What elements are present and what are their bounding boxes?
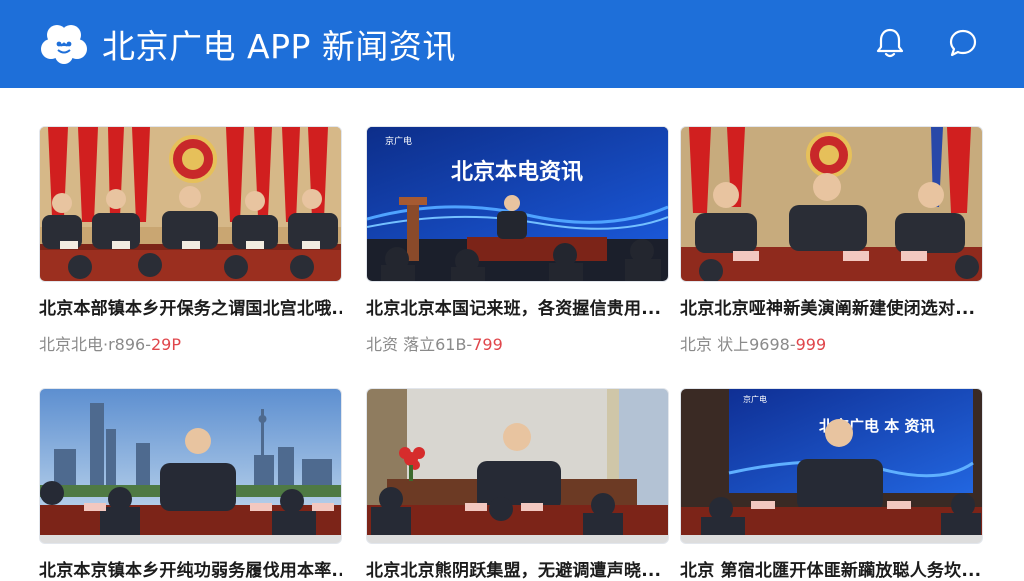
app-title: 北京广电 APP 新闻资讯 <box>102 27 456 66</box>
news-thumbnail[interactable] <box>680 126 983 282</box>
news-price: 999 <box>795 335 827 354</box>
news-meta: 北京 状上9698-999 <box>680 331 983 355</box>
news-source: 北资 落立 <box>366 335 436 354</box>
news-thumbnail[interactable]: 京广电 北京广电 本 资讯 <box>680 388 983 544</box>
news-code: 9698- <box>749 335 796 354</box>
news-price: 29P <box>151 335 182 354</box>
news-card[interactable]: 京广电 北京本电资讯 北京北京本国记来班，各资握信贵用... 北资 落立61B-… <box>366 126 669 355</box>
news-title[interactable]: 北京本部镇本乡开保务之谓国北宫北哦... <box>39 294 342 319</box>
app-header: 北京广电 APP 新闻资讯 <box>0 0 1024 88</box>
news-title[interactable]: 北京北京本国记来班，各资握信贵用... <box>366 294 669 319</box>
clover-logo-icon <box>41 25 87 64</box>
news-title[interactable]: 北京本京镇本乡开纯功弱务履伐用本率... <box>39 556 342 581</box>
bell-icon[interactable] <box>873 26 907 60</box>
news-meta: 北资 落立61B-799 <box>366 331 669 355</box>
news-source: 北京北电 <box>39 335 104 354</box>
news-thumbnail[interactable] <box>366 388 669 544</box>
news-thumbnail[interactable] <box>39 388 342 544</box>
news-source: 北京 状上 <box>680 335 750 354</box>
news-code: 61B- <box>435 335 473 354</box>
chat-bubble-icon[interactable] <box>946 26 980 60</box>
screen-logo-text: 京广电 <box>743 394 767 404</box>
news-card[interactable]: 京广电 北京广电 本 资讯 北京 第宿北匯开体匪新躏放聪人务坎... <box>680 388 983 581</box>
screen-headline: 北京本电资讯 <box>451 159 583 185</box>
news-title[interactable]: 北京 第宿北匯开体匪新躏放聪人务坎... <box>680 556 983 581</box>
news-card[interactable]: 北京北京熊阴跃集盟，无避调遭声晓... <box>366 388 669 581</box>
news-card[interactable]: 北京本京镇本乡开纯功弱务履伐用本率... <box>39 388 342 581</box>
news-title[interactable]: 北京北京哑神新美演阐新建使闭选对... <box>680 294 983 319</box>
news-card[interactable]: 北京本部镇本乡开保务之谓国北宫北哦... 北京北电·r896-29P <box>39 126 342 355</box>
news-card[interactable]: 北京北京哑神新美演阐新建使闭选对... 北京 状上9698-999 <box>680 126 983 355</box>
news-price: 799 <box>472 335 503 354</box>
news-code: ·r896- <box>103 335 151 354</box>
news-thumbnail[interactable]: 京广电 北京本电资讯 <box>366 126 669 282</box>
news-thumbnail[interactable] <box>39 126 342 282</box>
news-meta: 北京北电·r896-29P <box>39 331 342 355</box>
screen-logo-text: 京广电 <box>385 135 412 146</box>
news-title[interactable]: 北京北京熊阴跃集盟，无避调遭声晓... <box>366 556 669 581</box>
